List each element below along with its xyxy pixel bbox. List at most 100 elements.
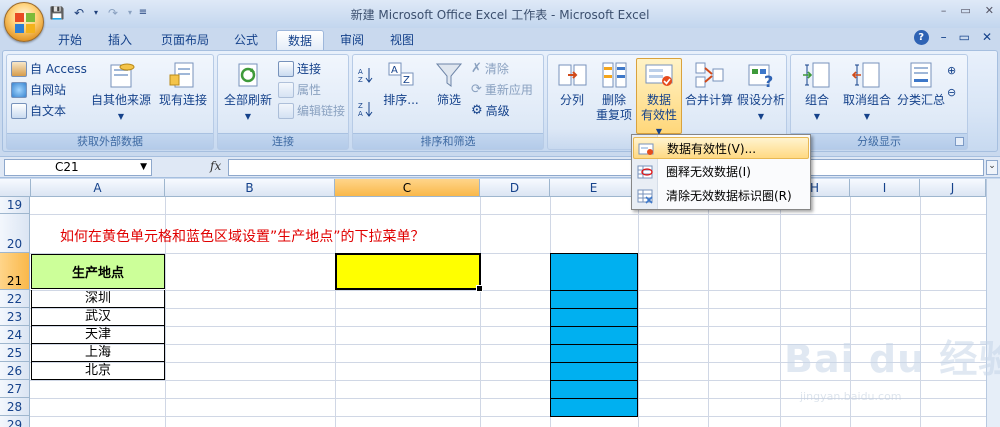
edit-links-button[interactable]: 编辑链接 xyxy=(278,101,345,121)
tab-review[interactable]: 审阅 xyxy=(332,30,372,50)
tab-insert[interactable]: 插入 xyxy=(100,30,140,50)
blue-cell[interactable] xyxy=(550,344,638,363)
gridline xyxy=(850,197,851,427)
row-header-21[interactable]: 21 xyxy=(0,253,30,290)
row-header-26[interactable]: 26 xyxy=(0,362,30,380)
tab-formulas[interactable]: 公式 xyxy=(226,30,266,50)
workbook-minimize-icon[interactable]: – xyxy=(941,30,947,45)
blue-cell[interactable] xyxy=(550,326,638,345)
row-header-29[interactable]: 29 xyxy=(0,416,30,427)
connections-button[interactable]: 连接 xyxy=(278,59,321,79)
expand-formula-bar-icon[interactable]: ⌄ xyxy=(986,160,998,175)
office-logo-icon xyxy=(15,13,35,33)
city-cell[interactable]: 北京 xyxy=(31,362,165,380)
column-header-i[interactable]: I xyxy=(850,179,920,197)
sort-ascending-button[interactable]: A Z xyxy=(357,65,375,85)
blue-cell[interactable] xyxy=(550,290,638,309)
column-header-e[interactable]: E xyxy=(550,179,638,197)
row-header-19[interactable]: 19 xyxy=(0,197,30,214)
name-box-dropdown-icon[interactable]: ▼ xyxy=(140,160,147,175)
column-header-a[interactable]: A xyxy=(31,179,165,197)
gridline xyxy=(708,197,709,427)
blue-cell[interactable] xyxy=(550,308,638,327)
what-if-analysis-button[interactable]: ? 假设分析 ▼ xyxy=(736,59,786,124)
blue-cell[interactable] xyxy=(550,398,638,417)
name-box[interactable]: C21 ▼ xyxy=(4,159,152,176)
column-header-c[interactable]: C xyxy=(335,179,480,197)
vertical-scrollbar[interactable] xyxy=(986,179,1000,427)
data-validation-button[interactable]: 数据 有效性 ▼ xyxy=(636,58,682,136)
city-cell[interactable]: 上海 xyxy=(31,344,165,362)
from-other-sources-button[interactable]: 自其他来源 ▼ xyxy=(89,59,153,124)
tab-home[interactable]: 开始 xyxy=(50,30,90,50)
maximize-button[interactable]: ▭ xyxy=(960,4,970,17)
hide-detail-button[interactable]: ⊖ xyxy=(947,83,956,103)
gridline xyxy=(30,308,1000,309)
group-get-external-data: 自 Access 自网站 自文本 自其他来源 ▼ 现有连接 获取外部数据 xyxy=(6,54,214,150)
city-cell[interactable]: 深圳 xyxy=(31,290,165,308)
close-button[interactable]: ✕ xyxy=(985,4,994,17)
sort-button[interactable]: A Z 排序... xyxy=(381,59,421,108)
workbook-restore-icon[interactable]: ▭ xyxy=(959,30,970,45)
dropdown-caret-icon: ▼ xyxy=(813,112,821,121)
group-rows-button[interactable]: 组合 ▼ xyxy=(795,59,839,124)
consolidate-button[interactable]: 合并计算 xyxy=(684,59,734,108)
ungroup-button[interactable]: 取消组合 ▼ xyxy=(841,59,893,124)
city-cell[interactable]: 天津 xyxy=(31,326,165,344)
reapply-button[interactable]: ⟳ 重新应用 xyxy=(471,80,533,100)
row-header-28[interactable]: 28 xyxy=(0,398,30,416)
from-web-button[interactable]: 自网站 xyxy=(11,80,66,100)
insert-function-icon[interactable]: fx xyxy=(210,159,221,173)
selected-yellow-cell-c21[interactable] xyxy=(335,253,483,292)
subtotal-button[interactable]: 分类汇总 xyxy=(895,59,947,108)
from-text-button[interactable]: 自文本 xyxy=(11,101,66,121)
row-header-23[interactable]: 23 xyxy=(0,308,30,326)
column-header-d[interactable]: D xyxy=(480,179,550,197)
properties-button[interactable]: 属性 xyxy=(278,80,321,100)
row-header-22[interactable]: 22 xyxy=(0,290,30,308)
header-cell-production-location[interactable]: 生产地点 xyxy=(31,254,165,289)
gridline xyxy=(30,253,1000,254)
group-sort-filter: A Z Z A A Z 排序... 筛选 ✗ 清除 ⟳ 重新应用 ⚙ 高级 排序… xyxy=(352,54,544,150)
row-header-20[interactable]: 20 xyxy=(0,214,30,253)
minimize-button[interactable]: – xyxy=(941,4,947,17)
clear-filter-icon: ✗ xyxy=(471,61,482,76)
row-header-25[interactable]: 25 xyxy=(0,344,30,362)
tab-view[interactable]: 视图 xyxy=(382,30,422,50)
clear-filter-button[interactable]: ✗ 清除 xyxy=(471,59,509,79)
blue-cell[interactable] xyxy=(550,253,638,291)
row-header-27[interactable]: 27 xyxy=(0,380,30,398)
city-cell[interactable]: 武汉 xyxy=(31,308,165,326)
blue-cell[interactable] xyxy=(550,362,638,381)
show-detail-button[interactable]: ⊕ xyxy=(947,61,956,81)
hide-detail-icon: ⊖ xyxy=(947,86,957,99)
row-header-24[interactable]: 24 xyxy=(0,326,30,344)
dropdown-caret-icon: ▼ xyxy=(757,112,765,121)
refresh-icon xyxy=(238,63,258,87)
advanced-filter-button[interactable]: ⚙ 高级 xyxy=(471,101,510,121)
text-to-columns-button[interactable]: 分列 xyxy=(552,59,592,108)
menu-item-circle-invalid-data[interactable]: 圈释无效数据(I) xyxy=(633,161,809,183)
office-button[interactable] xyxy=(4,2,44,42)
menu-item-data-validation[interactable]: 数据有效性(V)... xyxy=(633,137,809,159)
tab-data[interactable]: 数据 xyxy=(276,30,324,50)
blue-cell[interactable] xyxy=(550,380,638,399)
tab-page-layout[interactable]: 页面布局 xyxy=(152,30,218,50)
remove-duplicates-button[interactable]: 删除 重复项 xyxy=(594,59,634,123)
from-access-button[interactable]: 自 Access xyxy=(11,59,87,79)
refresh-all-button[interactable]: 全部刷新 ▼ xyxy=(220,59,276,124)
workbook-close-icon[interactable]: ✕ xyxy=(982,30,992,45)
reapply-icon: ⟳ xyxy=(471,82,482,97)
column-header-b[interactable]: B xyxy=(165,179,335,197)
dropdown-caret-icon: ▼ xyxy=(117,112,125,121)
column-header-j[interactable]: J xyxy=(920,179,986,197)
svg-text:Z: Z xyxy=(358,102,363,110)
select-all-corner[interactable] xyxy=(0,179,31,197)
existing-connections-button[interactable]: 现有连接 xyxy=(155,59,211,108)
formula-input[interactable] xyxy=(228,159,984,176)
sort-descending-button[interactable]: Z A xyxy=(357,99,375,119)
filter-button[interactable]: 筛选 xyxy=(429,59,469,108)
help-icon[interactable]: ? xyxy=(913,30,929,45)
menu-item-clear-validation-circles[interactable]: 清除无效数据标识圈(R) xyxy=(633,185,809,207)
outline-dialog-launcher-icon[interactable] xyxy=(955,137,964,146)
